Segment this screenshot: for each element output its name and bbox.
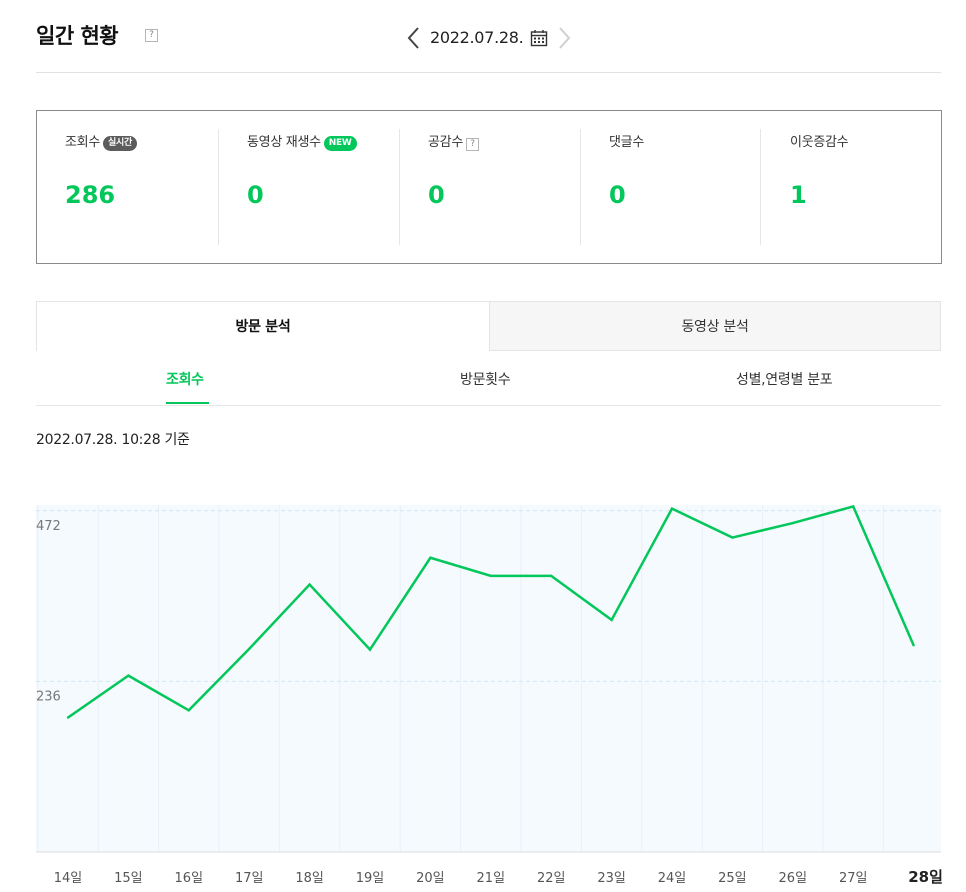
stat-label-video-plays: 동영상 재생수 NEW <box>247 131 357 151</box>
daily-status-page: 일간 현황 ? 2022.07.28. 조회수 실시간 286 동영상 재생수 … <box>0 0 966 892</box>
x-tick-label: 15일 <box>114 871 143 886</box>
chevron-left-icon[interactable] <box>404 24 424 52</box>
subtab-gender-age[interactable]: 성별,연령별 분포 <box>736 369 833 389</box>
x-tick-label: 18일 <box>295 871 324 886</box>
subtab-visit-count[interactable]: 방문횟수 <box>460 369 511 389</box>
x-tick-label: 24일 <box>658 871 687 886</box>
stat-value-neighbors: 1 <box>790 181 807 209</box>
stat-label-likes: 공감수? <box>428 131 479 151</box>
tab-video-analysis[interactable]: 동영상 분석 <box>489 301 941 351</box>
page-title: 일간 현황 <box>36 24 119 48</box>
x-tick-label: 21일 <box>477 871 506 886</box>
y-tick-label: 236 <box>36 689 61 704</box>
stat-label-comments: 댓글수 <box>609 131 644 150</box>
x-tick-label: 28일 <box>908 868 943 886</box>
stat-label: 댓글수 <box>609 135 644 150</box>
main-tabs: 방문 분석 동영상 분석 <box>36 301 941 351</box>
chevron-right-icon[interactable] <box>554 24 574 52</box>
data-point <box>610 618 613 622</box>
stat-divider <box>218 129 219 245</box>
data-point <box>308 583 311 586</box>
x-tick-label: 19일 <box>356 871 385 886</box>
stat-divider <box>399 129 400 245</box>
stat-label: 이웃증감수 <box>790 135 849 150</box>
stat-value-comments: 0 <box>609 181 626 209</box>
stat-value-likes: 0 <box>428 181 445 209</box>
header-divider <box>36 72 941 73</box>
stats-summary: 조회수 실시간 286 동영상 재생수 NEW 0 공감수? 0 댓글수 0 이웃증… <box>36 110 942 264</box>
stat-label: 조회수 <box>65 135 100 150</box>
data-point <box>670 507 674 510</box>
x-tick-label: 22일 <box>537 871 566 886</box>
active-tab-indicator <box>166 402 209 404</box>
data-point <box>187 709 190 712</box>
sub-tabs: 조회수 방문횟수 성별,연령별 분포 <box>36 355 941 406</box>
data-point <box>550 574 553 578</box>
chart-plot-area <box>36 505 941 852</box>
new-badge: NEW <box>323 136 357 151</box>
y-tick-label: 472 <box>36 519 61 534</box>
x-tick-label: 14일 <box>54 871 83 886</box>
data-point <box>127 674 130 677</box>
x-tick-label: 26일 <box>779 871 808 886</box>
data-point <box>912 644 915 647</box>
views-line-chart: 236 472 14일 15일 16일 17일 18일 19일 20일 21일 22일 23일 24일 2… <box>36 504 943 886</box>
data-point <box>489 574 492 578</box>
calendar-icon[interactable] <box>530 29 548 47</box>
tab-visit-analysis[interactable]: 방문 분석 <box>36 301 489 351</box>
data-point <box>731 536 734 539</box>
stat-label: 공감수 <box>428 135 463 150</box>
data-point <box>429 556 432 559</box>
x-tick-label: 20일 <box>416 871 445 886</box>
stat-label-views: 조회수 실시간 <box>65 131 137 151</box>
x-tick-label: 27일 <box>839 871 868 886</box>
stat-value-views: 286 <box>65 181 116 209</box>
help-icon[interactable]: ? <box>465 138 479 151</box>
stat-divider <box>760 129 761 245</box>
data-point <box>852 505 855 508</box>
subtab-views[interactable]: 조회수 <box>166 369 204 389</box>
data-point <box>791 521 794 525</box>
x-tick-label: 16일 <box>175 871 204 886</box>
as-of-timestamp: 2022.07.28. 10:28 기준 <box>36 432 190 448</box>
data-point <box>66 716 70 719</box>
x-tick-label: 17일 <box>235 871 264 886</box>
x-tick-label: 23일 <box>597 871 626 886</box>
data-point <box>368 648 372 651</box>
data-point <box>248 647 251 651</box>
stat-label-neighbors: 이웃증감수 <box>790 131 849 150</box>
current-date: 2022.07.28. <box>430 28 524 47</box>
stat-divider <box>580 129 581 245</box>
stat-label: 동영상 재생수 <box>247 135 321 150</box>
x-tick-label: 25일 <box>718 871 747 886</box>
realtime-badge: 실시간 <box>102 136 137 151</box>
stat-value-video-plays: 0 <box>247 181 264 209</box>
help-icon[interactable]: ? <box>145 29 158 42</box>
